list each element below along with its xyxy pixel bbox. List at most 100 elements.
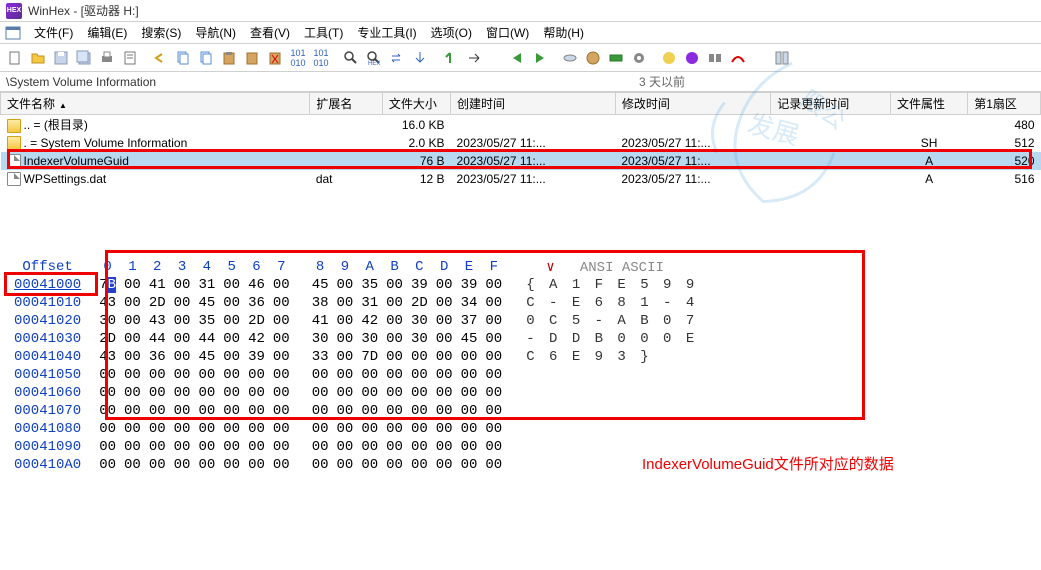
hex-byte[interactable]: 7D [357,348,382,366]
properties-icon[interactable] [119,47,141,69]
hex-byte[interactable]: 00 [120,276,145,294]
hex-byte[interactable]: 00 [407,384,432,402]
hex-byte[interactable]: 00 [145,402,170,420]
menu-window[interactable]: 窗口(W) [480,22,535,43]
col-ext[interactable]: 扩展名 [310,93,383,115]
hex-byte[interactable]: 00 [170,456,195,474]
hex-row[interactable]: 0004105000000000000000000000000000000000 [0,366,701,384]
gear-icon[interactable] [628,47,650,69]
hex-byte[interactable]: 44 [145,330,170,348]
hex-byte[interactable]: 00 [432,402,457,420]
hex-byte[interactable]: 00 [357,456,382,474]
hex-byte[interactable]: 00 [407,420,432,438]
hex-byte[interactable]: 00 [457,438,482,456]
hex-byte[interactable]: 00 [244,384,269,402]
hex-offset[interactable]: 00041020 [0,312,95,330]
hex-byte[interactable]: 39 [407,276,432,294]
hex-offset[interactable]: 00041090 [0,438,95,456]
hex-byte[interactable]: 00 [407,402,432,420]
hex-byte[interactable]: 37 [457,312,482,330]
hex-byte[interactable]: 00 [269,348,294,366]
hex-byte[interactable]: 00 [194,420,219,438]
hex-byte[interactable]: 00 [382,438,407,456]
hex-byte[interactable]: 00 [95,456,120,474]
hex-byte[interactable]: 36 [145,348,170,366]
hex-row[interactable]: 0004108000000000000000000000000000000000 [0,420,701,438]
hex-byte[interactable]: 00 [481,456,506,474]
hex-byte[interactable]: 38 [308,294,333,312]
hex-byte[interactable]: 00 [308,402,333,420]
hex-byte[interactable]: 00 [120,420,145,438]
hex-byte[interactable]: 00 [308,456,333,474]
hex-byte[interactable]: 00 [333,384,358,402]
hex-byte[interactable]: 00 [219,330,244,348]
menu-options[interactable]: 选项(O) [425,22,478,43]
hex-byte[interactable]: 00 [219,366,244,384]
hex-byte[interactable]: 2D [407,294,432,312]
hex-byte[interactable]: 00 [481,366,506,384]
hex-byte[interactable]: 00 [170,438,195,456]
go-back-icon[interactable] [439,47,461,69]
hex-byte[interactable]: 00 [357,438,382,456]
hex-byte[interactable]: 45 [194,294,219,312]
hex-byte[interactable]: 00 [481,294,506,312]
hash-icon[interactable] [658,47,680,69]
hex-byte[interactable]: 00 [145,384,170,402]
hex-offset[interactable]: 00041060 [0,384,95,402]
col-ctime[interactable]: 创建时间 [451,93,616,115]
hex-byte[interactable]: 00 [219,384,244,402]
hex-byte[interactable]: 43 [95,348,120,366]
hex-byte[interactable]: 41 [145,276,170,294]
hex-byte[interactable]: 00 [432,366,457,384]
print-icon[interactable] [96,47,118,69]
hex-byte[interactable]: 00 [457,348,482,366]
hex-byte[interactable]: 00 [269,384,294,402]
hex-byte[interactable]: 43 [95,294,120,312]
save-all-icon[interactable] [73,47,95,69]
hex-byte[interactable]: 00 [269,456,294,474]
menu-view[interactable]: 查看(V) [244,22,296,43]
new-file-icon[interactable] [4,47,26,69]
hex-byte[interactable]: 00 [219,456,244,474]
hex-byte[interactable]: 00 [457,456,482,474]
hex-byte[interactable]: 00 [308,366,333,384]
hex-byte[interactable]: 00 [481,330,506,348]
hex-byte[interactable]: 00 [145,366,170,384]
undo-icon[interactable] [149,47,171,69]
hex-byte[interactable]: 31 [357,294,382,312]
hex-byte[interactable]: 00 [170,384,195,402]
hex-byte[interactable]: 00 [95,402,120,420]
hex-byte[interactable]: 00 [170,366,195,384]
hex-byte[interactable]: 45 [194,348,219,366]
hex-byte[interactable]: 00 [219,294,244,312]
ram-icon[interactable] [605,47,627,69]
find-text-icon[interactable] [340,47,362,69]
col-size[interactable]: 文件大小 [382,93,450,115]
hex-byte[interactable]: 00 [269,438,294,456]
hex-byte[interactable]: 00 [170,294,195,312]
col-filename[interactable]: 文件名称▲ [1,93,310,115]
hex-byte[interactable]: 00 [407,348,432,366]
hex-byte[interactable]: 00 [481,276,506,294]
hex-byte[interactable]: 00 [145,438,170,456]
hex-byte[interactable]: 00 [457,366,482,384]
hex-byte[interactable]: 00 [357,384,382,402]
hex-byte[interactable]: 00 [244,438,269,456]
hex-byte[interactable]: 00 [382,330,407,348]
hex-byte[interactable]: 00 [333,294,358,312]
hex-row[interactable]: 0004106000000000000000000000000000000000 [0,384,701,402]
hex-byte[interactable]: 00 [219,420,244,438]
menu-nav[interactable]: 导航(N) [189,22,242,43]
hex-row[interactable]: 0004101043002D0045003600380031002D003400… [0,294,701,312]
hex-byte[interactable]: 00 [194,438,219,456]
hex-byte[interactable]: 35 [194,312,219,330]
hex-row[interactable]: 000410A000000000000000000000000000000000 [0,456,701,474]
file-row[interactable]: IndexerVolumeGuid76 B2023/05/27 11:...20… [1,152,1041,170]
hex-byte[interactable]: 00 [333,366,358,384]
hex-byte[interactable]: 00 [269,330,294,348]
paste-special-icon[interactable] [241,47,263,69]
nav-fwd-icon[interactable] [529,47,551,69]
menu-tools[interactable]: 工具(T) [298,22,349,43]
hex-byte[interactable]: 00 [432,330,457,348]
hex-byte[interactable]: 00 [432,456,457,474]
